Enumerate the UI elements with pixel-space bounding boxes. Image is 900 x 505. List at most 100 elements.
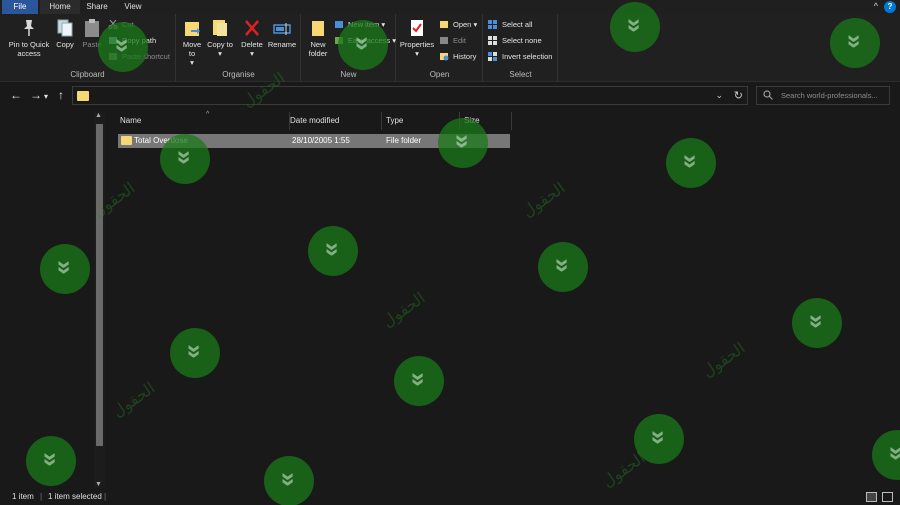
select-all-button[interactable]: Select all <box>488 18 532 31</box>
new-item-button[interactable]: New item ▾ <box>334 18 385 31</box>
folder-icon <box>77 91 89 101</box>
new-item-label: New item <box>348 20 380 29</box>
move-to-dropdown-icon: ▾ <box>190 58 194 67</box>
status-item-count: 1 item <box>12 492 34 501</box>
open-folder-icon <box>440 21 448 28</box>
cut-label: Cut <box>122 20 134 29</box>
invert-selection-icon <box>488 52 497 61</box>
copy-to-button[interactable]: Copy to ▾ <box>207 18 233 58</box>
address-row: ← → ▾ ↑ ⌄ ↻ Search world-professionals..… <box>0 82 900 108</box>
properties-button[interactable]: Properties ▾ <box>399 18 435 58</box>
select-none-button[interactable]: Select none <box>488 34 542 47</box>
scissors-icon <box>108 20 118 29</box>
new-group: New folder New item ▾ Easy access ▾ New <box>302 14 396 82</box>
open-button[interactable]: Open ▾ <box>439 18 477 31</box>
edit-label: Edit <box>453 36 466 45</box>
properties-icon <box>411 20 423 36</box>
column-size-label: Size <box>464 116 480 125</box>
rename-icon <box>273 23 291 35</box>
scrollbar-thumb[interactable] <box>96 124 103 446</box>
up-arrow-icon[interactable]: ↑ <box>58 88 64 102</box>
open-group-label: Open <box>429 70 450 79</box>
status-divider: | <box>40 492 43 501</box>
easy-access-button[interactable]: Easy access ▾ <box>334 34 396 47</box>
table-row[interactable]: Total Overdose 28/10/2005 1:55 File fold… <box>118 134 510 148</box>
delete-label: Delete <box>241 40 263 49</box>
scroll-down-icon[interactable]: ▼ <box>95 481 102 488</box>
delete-button[interactable]: Delete ▾ <box>239 18 265 58</box>
edit-icon <box>440 37 448 44</box>
rename-label: Rename <box>267 40 297 49</box>
cut-button[interactable]: Cut <box>108 18 134 31</box>
folder-icon <box>121 136 132 145</box>
paste-label: Paste <box>82 40 102 49</box>
select-group-label: Select <box>509 70 532 79</box>
address-dropdown-icon[interactable]: ⌄ <box>715 90 723 101</box>
recent-locations-chevron-icon[interactable]: ▾ <box>44 90 48 104</box>
forward-arrow-icon[interactable]: → <box>30 88 42 102</box>
select-none-label: Select none <box>502 36 542 45</box>
properties-dropdown-icon: ▾ <box>415 49 419 58</box>
invert-selection-button[interactable]: Invert selection <box>488 50 552 63</box>
back-arrow-icon[interactable]: ← <box>10 88 22 102</box>
scroll-up-icon[interactable]: ▲ <box>95 112 102 119</box>
new-folder-button[interactable]: New folder <box>304 18 332 58</box>
column-header-date-modified[interactable]: Date modified <box>286 112 382 130</box>
open-label: Open <box>453 20 472 29</box>
paste-icon <box>85 19 99 37</box>
copy-to-label: Copy to <box>207 40 233 49</box>
history-button[interactable]: History <box>439 50 476 63</box>
pin-to-quick-access-button[interactable]: Pin to Quick access <box>6 18 52 58</box>
sort-ascending-icon: ^ <box>206 111 210 118</box>
paste-shortcut-label: Paste shortcut <box>122 52 170 61</box>
paste-shortcut-button[interactable]: Paste shortcut <box>108 50 170 63</box>
status-selected-count: 1 item selected <box>48 492 102 501</box>
help-icon[interactable]: ? <box>884 1 896 13</box>
copy-path-button[interactable]: Copy path <box>108 34 156 47</box>
easy-access-label: Easy access <box>348 36 391 45</box>
open-group: Properties ▾ Open ▾ Edit History Open <box>397 14 483 82</box>
clipboard-group-label: Clipboard <box>70 70 105 79</box>
organise-group: Move to ▾ Copy to ▾ Delete ▾ Rename Orga… <box>177 14 301 82</box>
minimize-ribbon-icon[interactable]: ^ <box>874 1 878 11</box>
copy-icon <box>57 19 73 37</box>
file-type: File folder <box>386 136 422 145</box>
tab-home[interactable]: Home <box>40 0 80 14</box>
column-header-type[interactable]: Type <box>382 112 460 130</box>
easy-access-icon <box>335 37 343 44</box>
status-divider: | <box>104 492 107 501</box>
column-type-label: Type <box>386 116 404 125</box>
properties-label: Properties <box>399 40 435 49</box>
select-all-icon <box>488 20 497 29</box>
column-header-size[interactable]: Size <box>460 112 512 130</box>
move-to-button[interactable]: Move to ▾ <box>179 18 205 67</box>
copy-label: Copy <box>56 40 74 49</box>
ribbon-tab-bar: File Home Share View ^ ? <box>0 0 900 14</box>
copy-button[interactable]: Copy <box>54 18 76 49</box>
refresh-icon[interactable]: ↻ <box>734 89 743 102</box>
navigation-pane-scrollbar[interactable]: ▲ ▼ <box>94 112 105 488</box>
delete-x-icon <box>245 20 259 36</box>
tab-file[interactable]: File <box>2 0 38 14</box>
rename-button[interactable]: Rename <box>267 18 297 49</box>
navigation-pane <box>0 108 108 490</box>
column-header-name[interactable]: Name ^ <box>116 111 290 130</box>
new-item-icon <box>335 21 343 28</box>
search-input[interactable]: Search world-professionals... <box>756 86 890 105</box>
paste-button[interactable]: Paste <box>80 18 104 49</box>
large-icons-view-icon[interactable] <box>882 492 893 502</box>
file-list: Name ^ Date modified Type Size Total Ove… <box>108 108 900 490</box>
address-bar[interactable]: ⌄ ↻ <box>72 86 748 105</box>
ribbon: Pin to Quick access Copy Paste Cut Copy … <box>0 14 900 82</box>
tab-view[interactable]: View <box>116 0 150 14</box>
move-to-label: Move to <box>182 40 202 58</box>
tab-share[interactable]: Share <box>82 0 112 14</box>
pin-icon <box>24 20 34 36</box>
edit-button[interactable]: Edit <box>439 34 466 47</box>
column-name-label: Name <box>120 116 142 125</box>
details-view-icon[interactable] <box>866 492 877 502</box>
file-name: Total Overdose <box>134 136 188 145</box>
move-to-icon <box>185 22 200 36</box>
column-date-label: Date modified <box>290 116 340 125</box>
paste-shortcut-icon <box>109 53 117 60</box>
